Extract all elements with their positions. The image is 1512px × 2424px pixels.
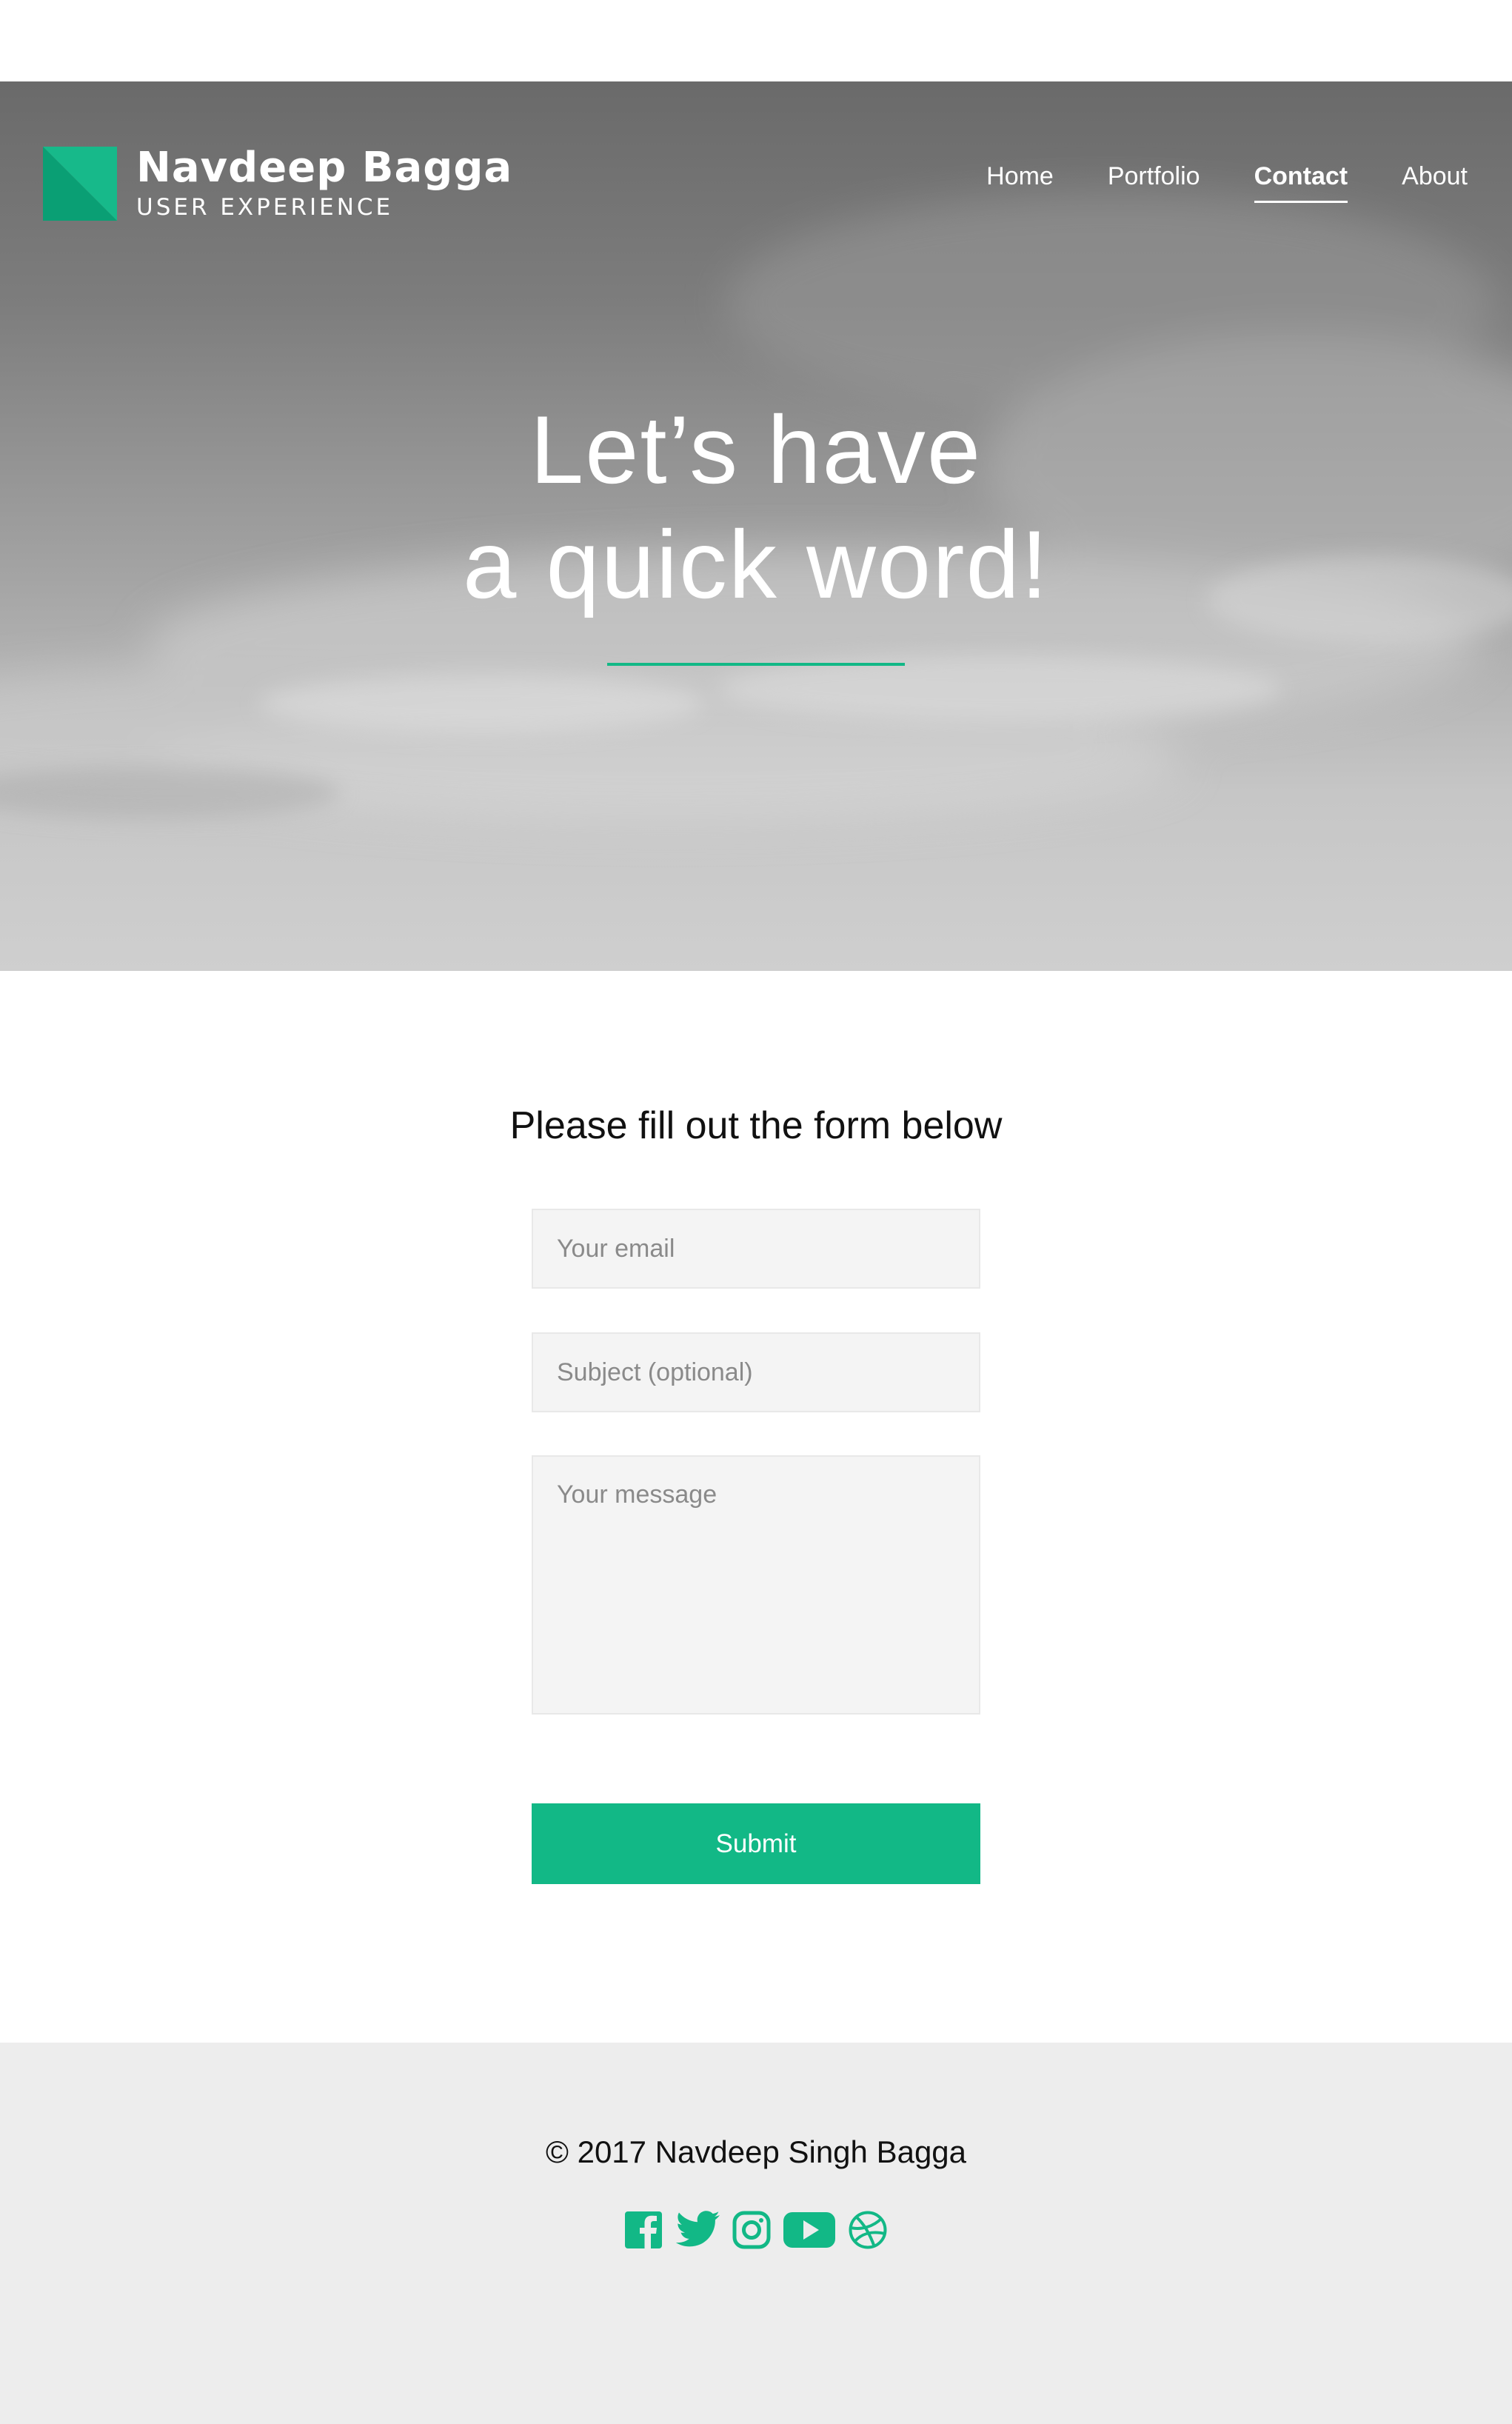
nav-portfolio[interactable]: Portfolio bbox=[1108, 154, 1200, 198]
hero-title-line2: a quick word! bbox=[463, 510, 1049, 618]
footer: © 2017 Navdeep Singh Bagga bbox=[0, 2043, 1512, 2424]
brand-tagline: USER EXPERIENCE bbox=[136, 194, 394, 221]
hero-title: Let’s have a quick word! bbox=[0, 393, 1512, 622]
form-heading: Please fill out the form below bbox=[509, 1104, 1003, 1147]
social-links bbox=[0, 2210, 1512, 2250]
message-field[interactable] bbox=[532, 1455, 980, 1715]
hero-divider bbox=[607, 663, 905, 666]
copyright-text: © 2017 Navdeep Singh Bagga bbox=[545, 2134, 967, 2169]
facebook-icon[interactable] bbox=[624, 2211, 663, 2249]
twitter-icon[interactable] bbox=[675, 2211, 720, 2249]
brand-logo-link[interactable]: Navdeep Bagga USER EXPERIENCE bbox=[43, 145, 512, 222]
hero-banner: Navdeep Bagga USER EXPERIENCE Home Portf… bbox=[0, 81, 1512, 971]
main-nav: Home Portfolio Contact About bbox=[932, 154, 1468, 203]
instagram-icon[interactable] bbox=[732, 2211, 771, 2249]
nav-home[interactable]: Home bbox=[986, 154, 1054, 198]
submit-button[interactable]: Submit bbox=[532, 1803, 980, 1884]
brand-name: Navdeep Bagga bbox=[136, 144, 513, 192]
hero-title-line1: Let’s have bbox=[529, 395, 983, 504]
email-field[interactable] bbox=[532, 1209, 980, 1289]
dribbble-icon[interactable] bbox=[848, 2210, 888, 2250]
subject-field[interactable] bbox=[532, 1332, 980, 1412]
youtube-icon[interactable] bbox=[783, 2211, 836, 2249]
logo-icon bbox=[43, 147, 117, 221]
nav-about[interactable]: About bbox=[1402, 154, 1468, 198]
nav-contact[interactable]: Contact bbox=[1254, 154, 1348, 203]
